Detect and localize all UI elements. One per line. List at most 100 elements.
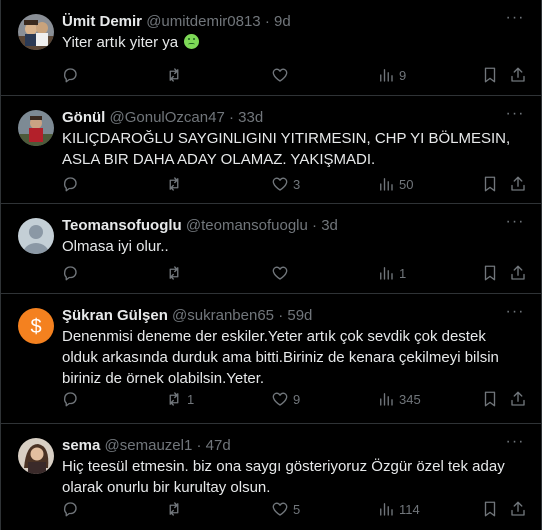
views-button[interactable]: 345 [377, 388, 421, 410]
share-button[interactable] [509, 498, 527, 520]
reply-button[interactable] [61, 388, 83, 410]
share-icon [511, 176, 525, 191]
author-handle[interactable]: @teomansofuoglu [186, 217, 308, 234]
reply-button[interactable] [61, 262, 83, 284]
retweet-button[interactable] [165, 498, 187, 520]
like-button[interactable]: 5 [271, 498, 300, 520]
bookmark-icon [484, 176, 496, 192]
retweet-icon [169, 502, 179, 516]
like-button[interactable] [271, 64, 293, 86]
views-icon [380, 267, 393, 280]
share-button[interactable] [509, 262, 527, 284]
tweet-text: KILIÇDAROĞLU SAYGINLIGINI YITIRMESIN, CH… [62, 130, 511, 168]
heart-icon [272, 502, 288, 516]
action-bar: 1 9 345 [57, 388, 529, 410]
reply-button[interactable] [61, 498, 83, 520]
tweet[interactable]: $ Şükran Gülşen @sukranben65 · 59d ··· D… [1, 294, 541, 424]
like-button[interactable]: 3 [271, 173, 300, 195]
tweet[interactable]: Teomansofuoglu @teomansofuoglu · 3d ··· … [1, 204, 541, 294]
tweet[interactable]: sema @semauzel1 · 47d ··· Hiç teesül etm… [1, 424, 541, 530]
share-button[interactable] [509, 173, 527, 195]
retweet-button[interactable] [165, 64, 187, 86]
more-options-icon[interactable]: ··· [505, 106, 525, 126]
bookmark-button[interactable] [481, 173, 499, 195]
heart-icon [272, 177, 288, 191]
timestamp[interactable]: 59d [287, 307, 312, 324]
tweet-header: Teomansofuoglu @teomansofuoglu · 3d [62, 216, 501, 236]
avatar[interactable] [18, 438, 54, 474]
retweet-button[interactable] [165, 173, 187, 195]
action-bar: 5 114 [57, 498, 529, 520]
bookmark-button[interactable] [481, 498, 499, 520]
share-button[interactable] [509, 388, 527, 410]
bookmark-button[interactable] [481, 262, 499, 284]
share-button[interactable] [509, 64, 527, 86]
views-icon [380, 393, 393, 406]
more-options-icon[interactable]: ··· [505, 10, 525, 30]
action-bar: 3 50 [57, 173, 529, 195]
tweet[interactable]: Gönül @GonulOzcan47 · 33d ··· KILIÇDAROĞ… [1, 96, 541, 204]
timestamp[interactable]: 3d [321, 217, 338, 234]
heart-icon [272, 392, 288, 406]
timestamp[interactable]: 33d [238, 109, 263, 126]
author-name[interactable]: Şükran Gülşen [62, 307, 168, 324]
views-count: 50 [399, 176, 414, 192]
more-options-icon[interactable]: ··· [505, 434, 525, 454]
bookmark-button[interactable] [481, 64, 499, 86]
timestamp[interactable]: 47d [206, 437, 231, 454]
svg-text:$: $ [30, 316, 41, 338]
nauseated-face-emoji-icon [184, 34, 200, 49]
heart-icon [272, 266, 288, 280]
action-bar: 9 [57, 64, 529, 86]
views-button[interactable]: 114 [377, 498, 420, 520]
author-name[interactable]: sema [62, 437, 100, 454]
retweet-icon [169, 177, 179, 191]
tweet-header: sema @semauzel1 · 47d [62, 436, 501, 456]
like-button[interactable] [271, 262, 293, 284]
bookmark-icon [484, 501, 496, 517]
heart-icon [272, 68, 288, 82]
like-count: 5 [293, 501, 301, 517]
retweet-icon [169, 392, 179, 406]
reply-icon [63, 502, 77, 517]
more-options-icon[interactable]: ··· [505, 304, 525, 324]
avatar[interactable]: $ [18, 308, 54, 344]
separator: · [228, 109, 234, 126]
author-handle[interactable]: @GonulOzcan47 [110, 109, 225, 126]
author-name[interactable]: Teomansofuoglu [62, 217, 182, 234]
tweet-text: Denenmisi deneme der eskiler.Yeter artık… [62, 328, 499, 387]
tweet[interactable]: Ümit Demir @umitdemir0813 · 9d ··· Yiter… [1, 0, 541, 96]
bookmark-icon [484, 391, 496, 407]
bookmark-icon [484, 67, 496, 83]
author-name[interactable]: Gönül [62, 109, 105, 126]
separator: · [264, 13, 270, 30]
more-options-icon[interactable]: ··· [505, 214, 525, 234]
bookmark-button[interactable] [481, 388, 499, 410]
share-icon [511, 265, 525, 280]
views-button[interactable]: 50 [377, 173, 413, 195]
avatar[interactable] [18, 14, 54, 50]
tweet-text: Hiç teesül etmesin. biz ona saygı göster… [62, 458, 505, 496]
reply-button[interactable] [61, 173, 83, 195]
tweet-text: Yiter artık yiter ya [62, 32, 517, 53]
avatar[interactable] [18, 110, 54, 146]
timestamp[interactable]: 9d [274, 13, 291, 30]
reply-button[interactable] [61, 64, 83, 86]
author-handle[interactable]: @umitdemir0813 [146, 13, 260, 30]
retweet-button[interactable] [165, 262, 187, 284]
separator: · [312, 217, 318, 234]
like-count: 9 [293, 391, 301, 407]
avatar[interactable] [18, 218, 54, 254]
author-name[interactable]: Ümit Demir [62, 13, 142, 30]
share-icon [511, 391, 525, 406]
like-count: 3 [293, 176, 301, 192]
share-icon [511, 67, 525, 82]
author-handle[interactable]: @semauzel1 [105, 437, 193, 454]
like-button[interactable]: 9 [271, 388, 300, 410]
views-button[interactable]: 1 [377, 262, 406, 284]
views-button[interactable]: 9 [377, 64, 406, 86]
author-handle[interactable]: @sukranben65 [172, 307, 274, 324]
retweet-count: 1 [187, 391, 195, 407]
retweet-button[interactable]: 1 [165, 388, 194, 410]
tweet-text: Olmasa iyi olur.. [62, 238, 169, 255]
